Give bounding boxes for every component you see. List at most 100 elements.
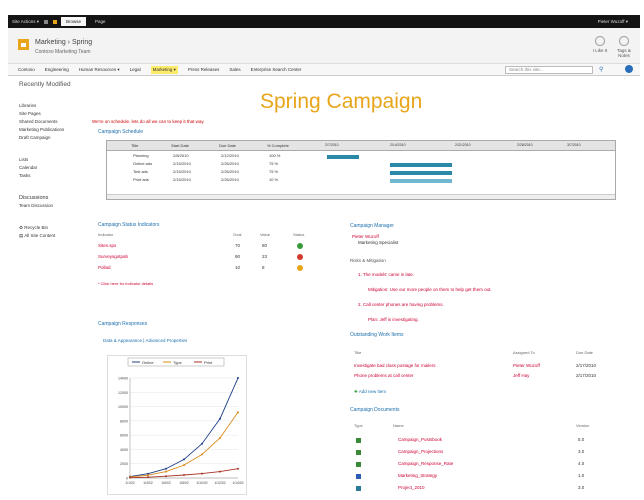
y-tick-label: 8000 <box>120 419 128 423</box>
work-items-title[interactable]: Outstanding Work Items <box>350 332 404 338</box>
nav-enterprise-search[interactable]: Enterprise Search Center <box>251 67 302 72</box>
col-due-date[interactable]: Due Date <box>217 141 265 151</box>
data-point <box>219 437 221 439</box>
nav-human-resources[interactable]: Human Resources ▾ <box>79 67 120 73</box>
horizontal-scrollbar[interactable] <box>107 194 615 199</box>
top-navigation: Contoso Engineering Human Resources ▾ Le… <box>8 64 640 76</box>
nav-contoso[interactable]: Contoso <box>18 67 35 72</box>
data-point <box>201 442 203 445</box>
campaign-schedule-title[interactable]: Campaign Schedule <box>98 129 143 135</box>
excel-doc-icon <box>356 462 361 467</box>
document-name[interactable]: Marketing_Strategy <box>398 473 437 478</box>
ql-discussions[interactable]: Discussions <box>19 194 86 202</box>
campaign-responses-chart: Online Type Print 14000 12000 10000 8000 6000 40… <box>107 355 247 495</box>
ql-libraries[interactable]: Libraries <box>19 102 86 110</box>
search-input[interactable]: Search this site... <box>505 66 593 74</box>
ql-recycle-bin[interactable]: ♻ Recycle Bin <box>19 224 86 232</box>
navigate-up-icon[interactable] <box>44 19 49 24</box>
document-name[interactable]: Project_2010 <box>398 485 425 490</box>
data-point <box>165 470 167 473</box>
search-icon[interactable]: ⚲ <box>599 66 603 73</box>
manager-name[interactable]: Pieter Wuzoff <box>352 234 379 239</box>
user-menu[interactable]: Pieter Wuzoff ▾ <box>598 19 628 25</box>
breadcrumb[interactable]: Marketing › Spring <box>35 39 92 46</box>
document-name[interactable]: Campaign_Postsbook <box>398 437 442 442</box>
task-title[interactable]: Print ads <box>131 177 149 184</box>
add-new-item-link[interactable]: ✚ Add new item <box>354 389 386 395</box>
status-indicators-title[interactable]: Campaign Status Indicators <box>98 222 159 228</box>
task-complete: 75 % <box>269 161 279 166</box>
nav-marketing[interactable]: Marketing ▾ <box>150 65 178 74</box>
document-name[interactable]: Campaign_Response_Rate <box>398 461 453 466</box>
ql-calendar[interactable]: Calendar <box>19 164 86 172</box>
ql-lists[interactable]: Lists <box>19 156 86 164</box>
nav-press-releases[interactable]: Press Releases <box>188 67 220 72</box>
tags-notes-button[interactable]: Tags & Notes <box>614 36 634 58</box>
legend-label: Type <box>173 360 182 365</box>
ql-shared-documents[interactable]: Shared Documents <box>19 118 86 126</box>
nav-sales[interactable]: Sales <box>229 67 240 72</box>
y-tick-label: 14000 <box>118 377 128 381</box>
edit-page-icon[interactable] <box>53 19 58 24</box>
document-name[interactable]: Campaign_Projections <box>398 449 443 454</box>
data-point <box>183 458 185 461</box>
col-title[interactable]: Title <box>129 141 169 151</box>
x-tick-label: 1/4/02 <box>143 481 153 485</box>
ql-team-discussion[interactable]: Team Discussion <box>19 202 86 210</box>
ql-draft-campaign[interactable]: Draft Campaign <box>19 134 86 142</box>
task-title[interactable]: Online ads <box>131 161 152 168</box>
document-version: 1.0 <box>578 473 585 478</box>
nav-legal[interactable]: Legal <box>130 67 141 72</box>
risk-mitigation: Mitigation: Use our more people on them … <box>368 287 492 292</box>
chart-properties-links[interactable]: Data & Appearance | Advanced Properties <box>103 338 187 343</box>
project-doc-icon <box>356 486 361 491</box>
gantt-bar[interactable] <box>390 171 452 175</box>
tab-page[interactable]: Page <box>90 17 111 26</box>
work-item-title[interactable]: Phone problems at call center <box>354 373 414 378</box>
help-icon[interactable] <box>625 65 633 73</box>
task-title[interactable]: Planning <box>131 153 149 160</box>
site-logo-icon[interactable] <box>18 39 29 50</box>
document-version: 3.0 <box>578 449 585 454</box>
site-actions-menu[interactable]: Site Actions ▾ <box>12 19 39 25</box>
data-point <box>129 476 131 479</box>
manager-role: Marketing Specialist <box>358 240 399 245</box>
work-item-title[interactable]: Investigate bad class postage for mailer… <box>354 363 436 368</box>
data-point <box>147 474 149 477</box>
ql-all-site-content[interactable]: ▤ All Site Content <box>19 232 86 240</box>
schedule-note: We're on schedule, lets do all we can to… <box>92 119 205 124</box>
thumbs-up-icon <box>595 36 605 46</box>
week-header: 2/7/2010 <box>323 141 388 151</box>
ql-tasks[interactable]: Tasks <box>19 172 86 180</box>
nav-engineering[interactable]: Engineering <box>45 67 69 72</box>
data-point <box>183 464 185 467</box>
gantt-bar[interactable] <box>390 179 452 183</box>
risk-item: 2. Call center phones are having problem… <box>358 302 444 307</box>
task-title[interactable]: Test ads <box>131 169 148 176</box>
campaign-manager-title[interactable]: Campaign Manager <box>350 223 394 229</box>
risks-title: Risks & Mitigation <box>350 258 386 263</box>
site-header: Marketing › Spring Contoso Marketing Tea… <box>8 28 640 64</box>
ql-site-pages[interactable]: Site Pages <box>19 110 86 118</box>
x-tick-label: 1/8/02 <box>179 481 189 485</box>
campaign-documents-title[interactable]: Campaign Documents <box>350 407 399 413</box>
i-like-it-button[interactable]: I Like It <box>590 36 610 53</box>
document-version: 4.0 <box>578 461 585 466</box>
legend-label: Print <box>204 360 213 365</box>
gantt-bar[interactable] <box>390 163 452 167</box>
work-item-assignee[interactable]: Pieter Wuzoff <box>513 363 540 368</box>
x-tick-label: 1/12/02 <box>214 481 225 485</box>
col-start-date[interactable]: Start Date <box>169 141 217 151</box>
gantt-bar[interactable] <box>327 155 359 159</box>
tab-browse[interactable]: Browse <box>61 17 87 26</box>
indicator-row: Pollad 10 8 <box>98 265 318 274</box>
ql-marketing-publications[interactable]: Marketing Publications <box>19 126 86 134</box>
legend-label: Online <box>142 360 154 365</box>
indicator-details-link[interactable]: * Click here for indicator details <box>98 281 318 290</box>
work-item-assignee[interactable]: Jeff Hay <box>513 373 529 378</box>
series-line <box>129 377 239 478</box>
x-tick-label: 1/1/02 <box>125 481 135 485</box>
campaign-responses-title[interactable]: Campaign Responses <box>98 321 147 327</box>
series-line <box>129 412 239 478</box>
col-percent-complete[interactable]: % Complete <box>265 141 323 151</box>
